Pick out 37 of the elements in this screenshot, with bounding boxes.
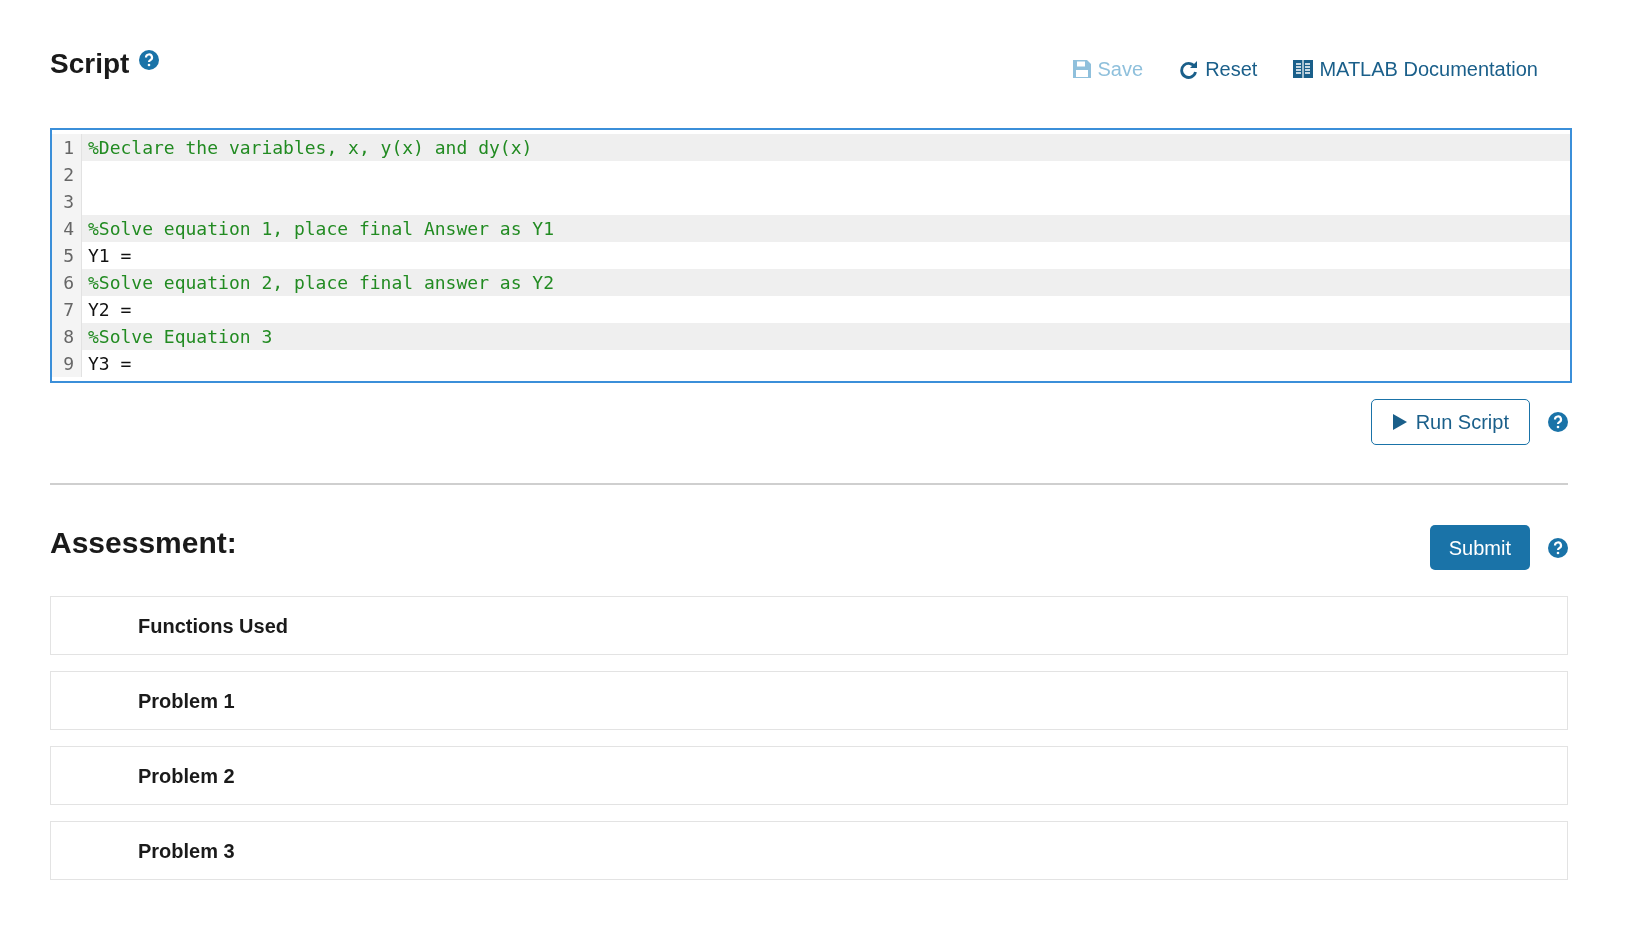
line-number: 3	[52, 188, 82, 215]
code-comment: %Declare the variables, x, y(x) and dy(x)	[88, 136, 533, 160]
assessment-panel[interactable]: Problem 3	[50, 821, 1568, 880]
section-title: Assessment:	[50, 525, 237, 561]
assessment-title: Problem 3	[138, 838, 235, 864]
code-comment: %Solve Equation 3	[88, 325, 273, 349]
run-script-button[interactable]: Run Script	[1370, 399, 1530, 445]
code-line: Y2 =	[88, 298, 132, 322]
line-number: 2	[52, 161, 82, 188]
assessment-panel[interactable]: Problem 2	[50, 746, 1568, 805]
code-line: Y1 =	[88, 244, 132, 268]
line-number: 5	[52, 242, 82, 269]
code-editor[interactable]: 1 %Declare the variables, x, y(x) and dy(x) 2 3 4 %Solve equation 1, place final Answer as Y1 5 Y1 = 6 %Solve equation 2, place final answer as Y2 7 Y2 = 8 %Solve Equation 3 9 Y3 =	[50, 128, 1572, 383]
documentation-link[interactable]: MATLAB Documentation	[1293, 54, 1538, 84]
code-comment: %Solve equation 2, place final answer as Y2	[88, 271, 554, 295]
assessment-title: Functions Used	[138, 613, 288, 639]
help-icon[interactable]	[1548, 537, 1568, 558]
line-number: 7	[52, 296, 82, 323]
book-icon	[1293, 60, 1314, 78]
line-number: 8	[52, 323, 82, 350]
code-comment: %Solve equation 1, place final Answer as Y1	[88, 217, 554, 241]
line-number: 4	[52, 215, 82, 242]
refresh-icon	[1179, 59, 1200, 79]
assessment-panel[interactable]: Problem 1	[50, 671, 1568, 730]
assessment-title: Problem 1	[138, 688, 235, 714]
reset-button[interactable]: Reset	[1179, 54, 1258, 84]
section-title: Script	[50, 47, 130, 81]
submit-button[interactable]: Submit	[1429, 525, 1530, 570]
help-icon[interactable]	[1548, 412, 1568, 432]
assessment-panel[interactable]: Functions Used	[50, 596, 1568, 655]
assessment-title: Problem 2	[138, 763, 235, 789]
line-number: 9	[52, 350, 82, 377]
play-icon	[1391, 413, 1408, 431]
help-icon[interactable]	[139, 50, 160, 70]
line-number: 6	[52, 269, 82, 296]
line-number: 1	[52, 134, 82, 161]
code-line: Y3 =	[88, 352, 132, 376]
